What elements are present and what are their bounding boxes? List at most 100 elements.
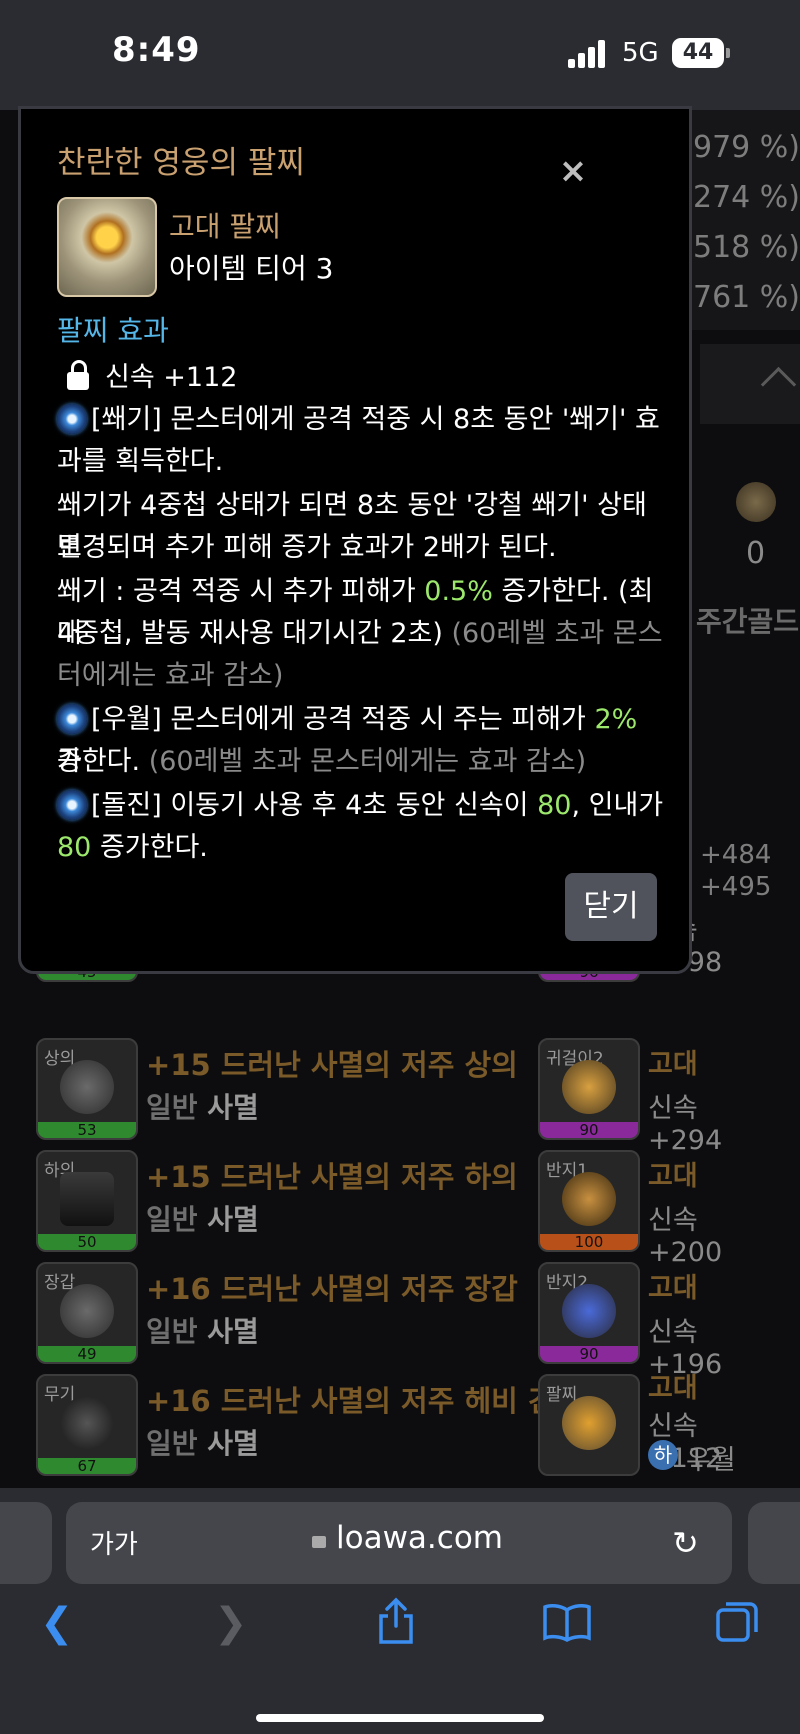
effect-value: 80 <box>57 832 92 863</box>
equipment-subtitle: 일반 사멸 <box>146 1086 259 1126</box>
effect-line: 과를 획득한다. <box>57 446 224 477</box>
effect-text: 증가한다. <box>91 832 208 863</box>
counter-value: 0 <box>746 536 766 571</box>
locked-stat-line: 신속 +112 <box>57 357 667 399</box>
accessory-stat: 신속 +200 <box>648 1205 723 1268</box>
quality-bar: 100 <box>540 1234 638 1250</box>
url-text: loawa.com <box>336 1520 503 1556</box>
grade-text: 일반 <box>146 1091 198 1124</box>
bonus-value: +495 <box>700 872 772 902</box>
effect-text: , 인내가 <box>571 790 664 821</box>
accessory-slot[interactable]: 귀걸이2 90 <box>538 1038 640 1140</box>
effect-line: 가한다. (60레벨 초과 몬스터에게는 효과 감소) <box>57 741 667 783</box>
weapon-icon <box>60 1396 114 1450</box>
swirl-icon <box>57 790 87 820</box>
equipment-name: +15 드러난 사멸의 저주 하의 <box>146 1160 518 1194</box>
quality-bar: 50 <box>38 1234 136 1250</box>
set-text: 사멸 <box>207 1091 259 1124</box>
share-icon[interactable] <box>376 1596 416 1650</box>
previous-tab-preview[interactable] <box>0 1502 52 1584</box>
effect-line: 4중첩, 발동 재사용 대기시간 2초) (60레벨 초과 몬스 <box>57 613 667 655</box>
bookmarks-icon[interactable] <box>542 1602 592 1646</box>
bonus-value: +484 <box>700 840 772 870</box>
bracelet-icon <box>562 1396 616 1450</box>
equipment-subtitle: 일반 사멸 <box>146 1422 259 1462</box>
equipment-name: +16 드러난 사멸의 저주 장갑 <box>146 1272 518 1306</box>
effect-note: (60레벨 초과 몬스터에게는 효과 감소) <box>148 746 587 777</box>
quality-bar: 90 <box>540 1122 638 1138</box>
grade-text: 일반 <box>146 1203 198 1236</box>
ring-icon <box>562 1172 616 1226</box>
equipment-slot[interactable]: 무기 67 <box>36 1374 138 1476</box>
effect-value: 0.5% <box>424 576 493 607</box>
address-bar[interactable]: 가가 loawa.com ↻ <box>66 1502 732 1584</box>
stat-value: 4274 %) <box>673 180 800 215</box>
grade-text: 일반 <box>146 1315 198 1348</box>
back-icon[interactable]: ❮ <box>40 1600 74 1646</box>
accessory-stat: 신속 +294 <box>648 1093 723 1156</box>
equipment-slot[interactable]: 하의 50 <box>36 1150 138 1252</box>
status-time: 8:49 <box>112 30 201 70</box>
equipment-row[interactable]: 상의 53 +15 드러난 사멸의 저주 상의 일반 사멸 귀걸이2 90 고대… <box>36 1038 776 1156</box>
item-tier: 아이템 티어 3 <box>169 252 334 285</box>
effect-line: 변경되며 추가 피해 증가 효과가 2배가 된다. <box>57 532 557 563</box>
swirl-icon <box>57 704 87 734</box>
effect-line: [돌진] 이동기 사용 후 4초 동안 신속이 80, 인내가 <box>57 785 667 827</box>
equipment-name: +16 드러난 사멸의 저주 헤비 건틀 <box>146 1384 574 1418</box>
equipment-row[interactable]: 무기 67 +16 드러난 사멸의 저주 헤비 건틀 일반 사멸 팔찌 고대 신… <box>36 1373 776 1476</box>
forward-icon[interactable]: ❯ <box>214 1600 248 1646</box>
stat-value: 3979 %) <box>673 130 800 165</box>
gloves-icon <box>60 1284 114 1338</box>
accessory-grade: 고대 <box>648 1049 698 1080</box>
equipment-row[interactable]: 하의 50 +15 드러난 사멸의 저주 하의 일반 사멸 반지1 100 고대… <box>36 1150 776 1268</box>
effect-note: 터에게는 효과 감소) <box>57 660 284 691</box>
lock-icon <box>67 360 89 390</box>
accessory-slot[interactable]: 팔찌 <box>538 1374 640 1476</box>
tier-badge: 하 <box>648 1440 678 1470</box>
quality-bar: 90 <box>540 1346 638 1362</box>
set-text: 사멸 <box>207 1315 259 1348</box>
armor-icon <box>60 1060 114 1114</box>
weekly-gold-tab[interactable]: 주간골드 <box>696 600 799 640</box>
battery-icon: 44 <box>672 38 724 68</box>
text-size-button[interactable]: 가가 <box>90 1524 138 1561</box>
equipment-slot[interactable]: 상의 53 <box>36 1038 138 1140</box>
equipment-row[interactable]: 장갑 49 +16 드러난 사멸의 저주 장갑 일반 사멸 반지2 90 고대 … <box>36 1262 776 1380</box>
bracelet-item-icon <box>57 197 157 297</box>
effect-text: [쐐기] 몬스터에게 공격 적중 시 8초 동안 '쐐기' 효 <box>91 404 660 435</box>
battery-cap <box>726 48 730 58</box>
accessory-slot[interactable]: 반지1 100 <box>538 1150 640 1252</box>
equipment-name: +15 드러난 사멸의 저주 상의 <box>146 1048 518 1082</box>
effect-text: 4중첩, 발동 재사용 대기시간 2초) <box>57 618 452 649</box>
set-text: 사멸 <box>207 1203 259 1236</box>
effect-header: 팔찌 효과 <box>57 314 169 347</box>
effect-value: 80 <box>537 790 572 821</box>
emblem-icon <box>736 482 776 522</box>
status-bar: 8:49 5G 44 <box>0 0 800 110</box>
url-field[interactable]: loawa.com <box>312 1520 503 1556</box>
equipment-slot[interactable]: 장갑 49 <box>36 1262 138 1364</box>
tabs-icon[interactable] <box>714 1598 760 1648</box>
item-grade: 고대 팔찌 <box>169 210 281 243</box>
stat-value: 6761 %) <box>673 280 800 315</box>
grade-text: 일반 <box>146 1427 198 1460</box>
lock-icon <box>312 1536 326 1548</box>
accessory-slot[interactable]: 반지2 90 <box>538 1262 640 1364</box>
pants-icon <box>60 1172 114 1226</box>
set-text: 사멸 <box>207 1427 259 1460</box>
home-indicator[interactable] <box>256 1714 544 1722</box>
quality-bar: 67 <box>38 1458 136 1474</box>
accessory-grade: 고대 <box>648 1373 698 1404</box>
effect-line: [쐐기] 몬스터에게 공격 적중 시 8초 동안 '쐐기' 효 <box>57 399 667 441</box>
close-icon[interactable]: × <box>555 153 591 189</box>
effect-value: 2% <box>594 704 638 735</box>
next-tab-preview[interactable] <box>748 1502 800 1584</box>
locked-stat: 신속 +112 <box>105 362 238 393</box>
effect-line: 80 증가한다. <box>57 827 667 869</box>
quality-bar: 53 <box>38 1122 136 1138</box>
effect-text: [돌진] 이동기 사용 후 4초 동안 신속이 <box>91 790 538 821</box>
reload-icon[interactable]: ↻ <box>672 1524 699 1562</box>
earring-icon <box>562 1060 616 1114</box>
close-button[interactable]: 닫기 <box>565 873 657 941</box>
quality-bar: 49 <box>38 1346 136 1362</box>
